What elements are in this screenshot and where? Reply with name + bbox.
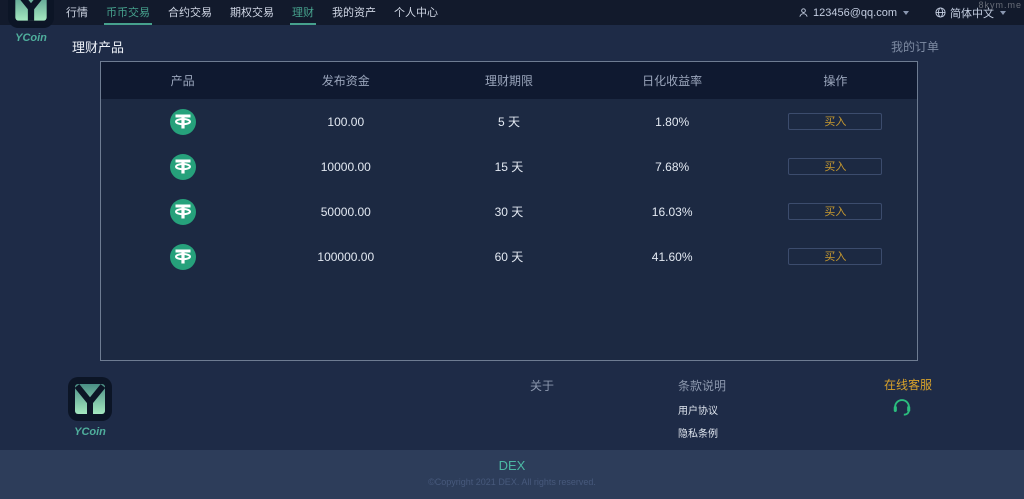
table-header-cell: 发布资金: [321, 74, 370, 88]
term-cell: 30 天: [494, 205, 524, 219]
nav-item[interactable]: 理财: [290, 0, 316, 25]
brand-logo[interactable]: [8, 0, 54, 28]
amount-cell: 10000.00: [320, 159, 371, 174]
product-cell: [101, 198, 264, 225]
action-cell: 买入: [754, 158, 917, 175]
buy-button[interactable]: 买入: [788, 248, 883, 265]
top-navbar: 行情 币币交易 合约交易 期权交易 理财 我的资产 个人中心 123456@qq…: [0, 0, 1024, 25]
table-header-cell: 产品: [170, 74, 195, 88]
user-email: 123456@qq.com: [813, 6, 897, 19]
footer-terms-column: 条款说明 用户协议 隐私条例: [678, 377, 726, 440]
nav-item[interactable]: 我的资产: [330, 0, 378, 25]
footer-link[interactable]: 隐私条例: [678, 425, 726, 440]
term-cell: 5 天: [497, 115, 520, 129]
customer-service-icon[interactable]: [891, 395, 913, 417]
amount-cell: 100.00: [327, 114, 365, 129]
amount-cell: 50000.00: [320, 204, 371, 219]
footer-brand-logo[interactable]: [68, 377, 112, 421]
caret-down-icon: [1000, 10, 1006, 15]
account-menu[interactable]: 123456@qq.com: [798, 7, 909, 19]
product-cell: [101, 108, 264, 135]
page-title: 理财产品: [72, 40, 125, 55]
rate-cell: 7.68%: [655, 159, 690, 174]
usdt-coin-icon: [169, 198, 196, 225]
action-cell: 买入: [754, 248, 917, 265]
action-cell: 买入: [754, 203, 917, 220]
table-row: 100.00 5 天 1.80% 买入: [101, 99, 917, 144]
user-icon: [799, 8, 808, 17]
table-row: 100000.00 60 天 41.60% 买入: [101, 234, 917, 279]
rate-cell: 41.60%: [651, 249, 693, 264]
nav-item[interactable]: 币币交易: [104, 0, 152, 25]
rate-cell: 16.03%: [651, 204, 693, 219]
footer-brand-name: YCoin: [74, 426, 106, 438]
footer-about-title: 关于: [530, 379, 555, 393]
product-cell: [101, 153, 264, 180]
bottom-bar: DEX ©Copyright 2021 DEX. All rights rese…: [0, 450, 1024, 499]
nav-item[interactable]: 行情: [64, 0, 90, 25]
product-cell: [101, 243, 264, 270]
globe-icon: [935, 7, 946, 18]
table-row: 50000.00 30 天 16.03% 买入: [101, 189, 917, 234]
main-nav: 行情 币币交易 合约交易 期权交易 理财 我的资产 个人中心: [64, 0, 440, 25]
buy-button[interactable]: 买入: [788, 203, 883, 220]
brand-name: YCoin: [15, 32, 47, 44]
watermark-text: 8kym.me: [978, 0, 1022, 10]
nav-item[interactable]: 期权交易: [228, 0, 276, 25]
footer-link[interactable]: 用户协议: [678, 402, 726, 417]
term-cell: 60 天: [494, 250, 524, 264]
usdt-coin-icon: [169, 243, 196, 270]
copyright-text: ©Copyright 2021 DEX. All rights reserved…: [428, 477, 596, 487]
my-orders-link[interactable]: 我的订单: [891, 38, 939, 55]
term-cell: 15 天: [494, 160, 524, 174]
products-panel: 产品 发布资金 理财期限 日化收益率 操作 100.00 5 天 1.80% 买…: [100, 61, 918, 361]
caret-down-icon: [903, 10, 909, 15]
action-cell: 买入: [754, 113, 917, 130]
nav-item[interactable]: 合约交易: [166, 0, 214, 25]
rate-cell: 1.80%: [655, 114, 690, 129]
table-row: 10000.00 15 天 7.68% 买入: [101, 144, 917, 189]
footer-terms-title: 条款说明: [678, 379, 727, 393]
table-header-cell: 理财期限: [484, 74, 533, 88]
usdt-coin-icon: [169, 108, 196, 135]
nav-item[interactable]: 个人中心: [392, 0, 440, 25]
buy-button[interactable]: 买入: [788, 113, 883, 130]
usdt-coin-icon: [169, 153, 196, 180]
online-support-link[interactable]: 在线客服: [884, 376, 932, 393]
amount-cell: 100000.00: [317, 249, 375, 264]
dex-title: DEX: [498, 458, 526, 473]
table-header-cell: 日化收益率: [642, 74, 703, 88]
table-header-row: 产品 发布资金 理财期限 日化收益率 操作: [101, 62, 917, 99]
buy-button[interactable]: 买入: [788, 158, 883, 175]
table-header-cell: 操作: [823, 74, 848, 88]
